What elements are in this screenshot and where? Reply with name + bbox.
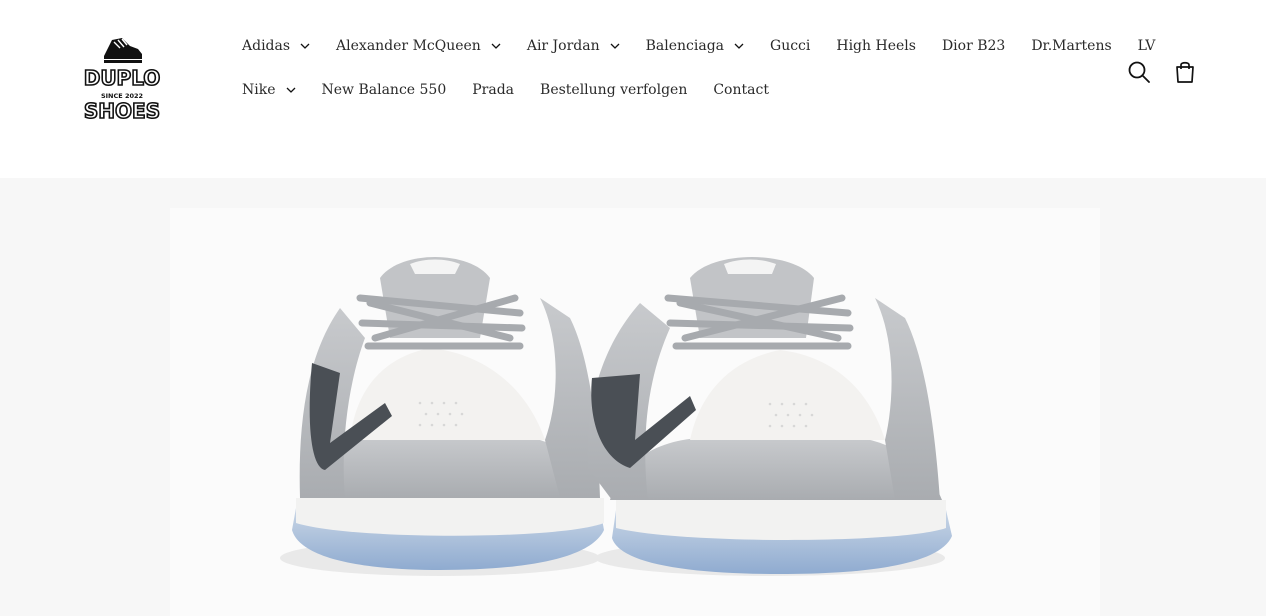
- nav-item-high-heels[interactable]: High Heels: [836, 38, 916, 54]
- nav-item-dior-b23[interactable]: Dior B23: [942, 38, 1005, 54]
- chevron-down-icon: [286, 87, 295, 93]
- nav-item-balenciaga[interactable]: Balenciaga: [646, 38, 744, 54]
- nav-item-label: Nike: [242, 82, 276, 98]
- cart-button[interactable]: [1171, 58, 1199, 86]
- nav-item-bestellung-verfolgen[interactable]: Bestellung verfolgen: [540, 82, 687, 98]
- chevron-down-icon: [610, 43, 620, 49]
- nav-item-label: Dr.Martens: [1031, 38, 1112, 54]
- nav-item-gucci[interactable]: Gucci: [770, 38, 810, 54]
- nav-item-prada[interactable]: Prada: [472, 82, 514, 98]
- nav-item-lv[interactable]: LV: [1138, 38, 1156, 54]
- nav-item-label: High Heels: [836, 38, 916, 54]
- search-icon: [1128, 61, 1150, 83]
- nav-item-label: Prada: [472, 82, 515, 98]
- hero-banner: [0, 178, 1266, 616]
- nav-item-label: Adidas: [242, 38, 291, 54]
- nav-item-label: Dior B23: [941, 38, 1006, 54]
- nav-item-label: Air Jordan: [526, 38, 600, 54]
- cart-icon: [1176, 61, 1194, 83]
- chevron-down-icon: [491, 43, 501, 49]
- chevron-down-icon: [300, 43, 310, 49]
- nav-item-label: Gucci: [770, 38, 811, 54]
- sneakers-hero-image: [280, 257, 952, 576]
- nav-item-new-balance-550[interactable]: New Balance 550: [322, 82, 447, 98]
- nav-item-air-jordan[interactable]: Air Jordan: [527, 38, 620, 54]
- nav-item-label: Balenciaga: [645, 38, 725, 54]
- logo-text-bottom: SHOES: [84, 99, 160, 123]
- brand-logo[interactable]: DUPLO SINCE 2022 SHOES: [74, 30, 170, 126]
- nav-item-alexander-mcqueen[interactable]: Alexander McQueen: [336, 38, 501, 54]
- nav-item-label: New Balance 550: [321, 82, 447, 98]
- left-sneaker: [280, 257, 604, 576]
- nav-item-label: LV: [1137, 38, 1156, 54]
- nav-row-1: Adidas Alexander McQueen Air Jordan Balenci…: [242, 38, 1181, 54]
- site-header: DUPLO SINCE 2022 SHOES Adidas Alexander M…: [0, 0, 1266, 178]
- logo-text-top: DUPLO: [84, 66, 161, 90]
- duplo-shoes-logo-icon: DUPLO SINCE 2022 SHOES: [83, 38, 161, 124]
- nav-item-nike[interactable]: Nike: [242, 82, 296, 98]
- search-button[interactable]: [1125, 58, 1153, 86]
- nav-item-adidas[interactable]: Adidas: [242, 38, 310, 54]
- chevron-down-icon: [734, 43, 744, 49]
- nav-item-contact[interactable]: Contact: [713, 82, 769, 98]
- nav-item-label: Alexander McQueen: [336, 38, 481, 54]
- nav-item-label: Bestellung verfolgen: [540, 82, 688, 98]
- nav-item-label: Contact: [713, 82, 769, 98]
- nav-item-dr-martens[interactable]: Dr.Martens: [1031, 38, 1111, 54]
- right-sneaker: [587, 257, 952, 576]
- nav-row-2: Nike New Balance 550 Prada Bestellung verfo…: [242, 82, 795, 98]
